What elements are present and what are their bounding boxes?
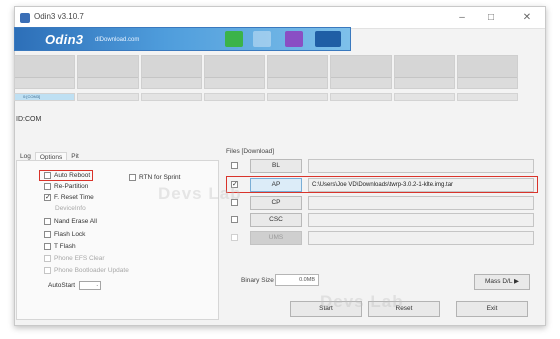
device-slot (267, 55, 329, 89)
phone-efs-clear-checkbox (44, 255, 51, 262)
rtn-for-sprint-label: RTN for Sprint (139, 174, 181, 181)
binary-size-value: 0.0MB (275, 274, 319, 286)
phone-efs-clear-label: Phone EFS Clear (54, 255, 105, 262)
watermark-text: Devs Lab (158, 184, 242, 203)
file-row-cp: CP (222, 196, 540, 210)
re-partition-label: Re-Partition (54, 183, 89, 190)
nand-erase-all-checkbox[interactable] (44, 218, 51, 225)
nand-erase-all-label: Nand Erase All (54, 218, 97, 225)
maximize-icon[interactable]: □ (481, 10, 501, 26)
device-slot (203, 55, 265, 89)
device-slot (393, 55, 455, 89)
com-port-cell (77, 93, 139, 101)
com-port-cell (456, 93, 518, 101)
device-slot (456, 55, 518, 89)
watermark-text: Devs Lab (320, 292, 404, 311)
device-info-option: DeviceInfo (55, 205, 86, 212)
f-reset-time-checkbox[interactable]: ✓ (44, 194, 51, 201)
files-panel: BL ✓ AP C:\Users\Joe VD\Downloads\twrp-3… (222, 156, 540, 246)
auto-reboot-option[interactable]: Auto Reboot (44, 172, 90, 179)
ums-checkbox (231, 234, 238, 241)
file-row-bl: BL (222, 159, 540, 173)
com-port-row: 0:[COM3] (14, 93, 518, 103)
ums-button: UMS (250, 231, 302, 245)
re-partition-checkbox[interactable] (44, 183, 51, 190)
bl-checkbox[interactable] (231, 162, 238, 169)
phone-bootloader-update-option: Phone Bootloader Update (44, 267, 129, 274)
file-row-csc: CSC (222, 213, 540, 227)
auto-reboot-label: Auto Reboot (54, 172, 91, 179)
banner-subtitle: dlDownload.com (95, 37, 140, 43)
phone-bootloader-update-checkbox (44, 267, 51, 274)
flash-lock-option[interactable]: Flash Lock (44, 231, 85, 238)
nand-erase-all-option[interactable]: Nand Erase All (44, 218, 97, 225)
rtn-for-sprint-checkbox[interactable] (129, 174, 136, 181)
autostart-select[interactable]: - (79, 281, 102, 290)
f-reset-time-label: F. Reset Time (54, 194, 94, 201)
phone-efs-clear-option: Phone EFS Clear (44, 255, 105, 262)
arrows-icon (253, 31, 271, 47)
com-port-cell (330, 93, 392, 101)
f-reset-time-option[interactable]: ✓ F. Reset Time (44, 194, 94, 201)
window-title: Odin3 v3.10.7 (34, 12, 84, 21)
flash-lock-checkbox[interactable] (44, 231, 51, 238)
csc-button[interactable]: CSC (250, 213, 302, 227)
id-com-label: ID:COM (16, 116, 42, 123)
rtn-for-sprint-option[interactable]: RTN for Sprint (129, 174, 180, 181)
com-port-cell (267, 93, 329, 101)
com-port-cell (140, 93, 202, 101)
device-icon (285, 31, 303, 47)
com-port-cell (203, 93, 265, 101)
t-flash-label: T Flash (54, 243, 76, 250)
ap-highlight-box (226, 176, 538, 193)
device-slots (14, 55, 518, 89)
binary-size-label: Binary Size (241, 277, 274, 284)
bl-button[interactable]: BL (250, 159, 302, 173)
odin-banner: Odin3 dlDownload.com (14, 27, 351, 51)
bl-path-field[interactable] (308, 159, 534, 173)
phone-transfer-icon (315, 31, 341, 47)
title-bar: Odin3 v3.10.7 – □ ✕ (15, 7, 545, 29)
csc-path-field[interactable] (308, 213, 534, 227)
device-slot (77, 55, 139, 89)
device-slot (140, 55, 202, 89)
minimize-icon[interactable]: – (452, 10, 472, 26)
device-info-label: DeviceInfo (55, 205, 86, 212)
close-icon[interactable]: ✕ (517, 10, 537, 26)
cp-path-field[interactable] (308, 196, 534, 210)
t-flash-option[interactable]: T Flash (44, 243, 76, 250)
flash-lock-label: Flash Lock (54, 231, 86, 238)
device-slot (330, 55, 392, 89)
files-download-label: Files [Download] (226, 148, 275, 155)
autostart-label: AutoStart (48, 282, 76, 289)
device-slot (14, 55, 76, 89)
mass-download-button[interactable]: Mass D/L ▶ (474, 274, 530, 290)
file-row-ums: UMS (222, 231, 540, 245)
csc-checkbox[interactable] (231, 216, 238, 223)
banner-logo: Odin3 (45, 32, 84, 47)
ums-path-field (308, 231, 534, 245)
download-icon (225, 31, 243, 47)
autostart-option: AutoStart - (48, 281, 102, 290)
com-port-cell: 0:[COM3] (14, 93, 76, 101)
com-port-label: 0:[COM3] (23, 94, 41, 99)
odin-app-icon (20, 13, 30, 23)
re-partition-option[interactable]: Re-Partition (44, 183, 88, 190)
exit-button[interactable]: Exit (456, 301, 528, 317)
phone-bootloader-update-label: Phone Bootloader Update (54, 267, 129, 274)
t-flash-checkbox[interactable] (44, 243, 51, 250)
auto-reboot-checkbox[interactable] (44, 172, 51, 179)
com-port-cell (393, 93, 455, 101)
cp-button[interactable]: CP (250, 196, 302, 210)
